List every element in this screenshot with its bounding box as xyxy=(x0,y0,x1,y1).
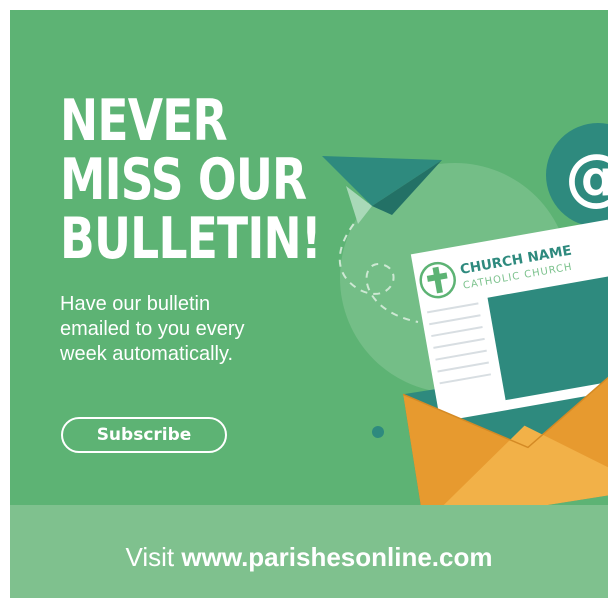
subscribe-button[interactable]: Subscribe xyxy=(61,417,227,453)
canvas: @ CHURCH NAME CATHOLIC CHURCH xyxy=(0,0,611,607)
subtext: Have our bulletin emailed to you every w… xyxy=(60,292,245,367)
headline-line-2: MISS OUR xyxy=(60,147,307,213)
subtext-line-3: week automatically. xyxy=(60,343,234,365)
footer-url-link[interactable]: www.parishesonline.com xyxy=(181,542,492,572)
at-sign-icon: @ xyxy=(546,123,608,227)
footer: Visit www.parishesonline.com xyxy=(10,505,608,598)
subtext-line-2: emailed to you every xyxy=(60,318,245,340)
headline: NEVER MISS OUR BULLETIN! xyxy=(60,88,322,272)
at-symbol: @ xyxy=(565,140,608,213)
footer-text: Visit www.parishesonline.com xyxy=(10,542,608,573)
footer-prefix: Visit xyxy=(125,542,175,572)
bulletin-banner: @ CHURCH NAME CATHOLIC CHURCH xyxy=(10,10,608,598)
headline-line-1: NEVER xyxy=(60,88,228,154)
envelope-icon: CHURCH NAME CATHOLIC CHURCH xyxy=(402,219,608,525)
bulletin-paper: CHURCH NAME CATHOLIC CHURCH xyxy=(410,219,608,422)
headline-line-3: BULLETIN! xyxy=(60,206,322,272)
subtext-line-1: Have our bulletin xyxy=(60,293,211,315)
decor-dot xyxy=(372,426,384,438)
